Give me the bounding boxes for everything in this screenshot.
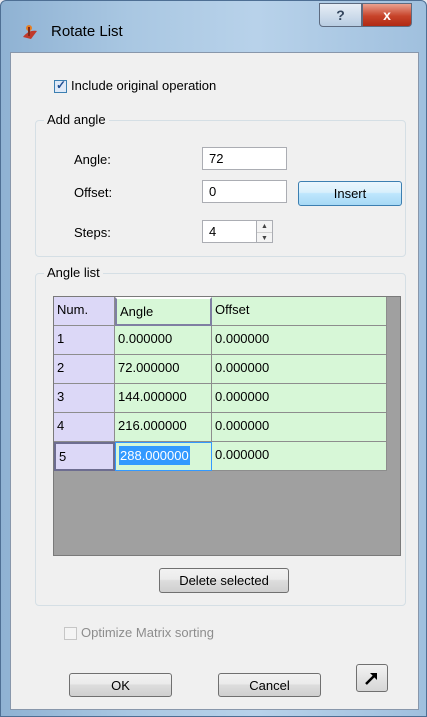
ok-button-label: OK [111, 677, 130, 693]
angle-cell[interactable]: 72.000000 [115, 355, 212, 384]
delete-selected-label: Delete selected [179, 573, 269, 588]
offset-input[interactable] [202, 180, 287, 203]
angle-cell[interactable]: 144.000000 [115, 384, 212, 413]
insert-button[interactable]: Insert [298, 181, 402, 206]
optimize-sorting-label: Optimize Matrix sorting [81, 625, 214, 640]
include-original-checkbox[interactable]: ✓ [54, 78, 67, 93]
cancel-button-label: Cancel [249, 677, 290, 693]
column-header-num[interactable]: Num. [54, 297, 115, 326]
help-icon: ? [336, 7, 345, 23]
offset-cell[interactable]: 0.000000 [212, 442, 387, 471]
optimize-sorting-checkbox [64, 627, 77, 640]
angle-label: Angle: [74, 152, 111, 167]
row-number[interactable]: 5 [54, 442, 115, 471]
app-icon [23, 25, 37, 39]
add-angle-group-title: Add angle [44, 112, 109, 127]
check-icon: ✓ [56, 78, 67, 92]
row-number[interactable]: 4 [54, 413, 115, 442]
help-button[interactable]: ? [319, 3, 362, 27]
column-header-offset[interactable]: Offset [212, 297, 387, 326]
offset-label: Offset: [74, 185, 113, 200]
ok-button[interactable]: OK [69, 673, 172, 697]
spin-up-icon[interactable]: ▲ [257, 221, 272, 232]
include-original-label[interactable]: Include original operation [71, 78, 216, 93]
steps-spinner[interactable]: ▲ ▼ [257, 220, 273, 243]
selected-angle-text: 288.000000 [119, 446, 190, 465]
table-row[interactable]: 1 0.000000 0.000000 [54, 326, 387, 355]
steps-label: Steps: [74, 225, 111, 240]
expand-button[interactable] [356, 664, 388, 692]
cancel-button[interactable]: Cancel [218, 673, 321, 697]
offset-cell[interactable]: 0.000000 [212, 326, 387, 355]
angle-input[interactable] [202, 147, 287, 170]
close-icon: x [383, 7, 391, 23]
offset-cell[interactable]: 0.000000 [212, 413, 387, 442]
spin-down-icon[interactable]: ▼ [257, 232, 272, 244]
offset-cell[interactable]: 0.000000 [212, 384, 387, 413]
dialog-client-area: ✓ Include original operation Add angle A… [10, 52, 419, 710]
table-header-row: Num. Angle Offset [54, 297, 387, 326]
table-empty-area [54, 474, 400, 555]
row-number[interactable]: 1 [54, 326, 115, 355]
window-title: Rotate List [51, 23, 123, 40]
angle-list-group-title: Angle list [44, 265, 103, 280]
angle-table[interactable]: Num. Angle Offset 1 0.000000 0.000000 2 … [53, 296, 401, 556]
steps-input[interactable] [202, 220, 257, 243]
delete-selected-button[interactable]: Delete selected [159, 568, 289, 593]
column-header-angle[interactable]: Angle [115, 297, 212, 326]
row-number[interactable]: 3 [54, 384, 115, 413]
row-number[interactable]: 2 [54, 355, 115, 384]
table-row-current[interactable]: 5 288.000000 0.000000 [54, 442, 387, 471]
close-button[interactable]: x [362, 3, 412, 27]
offset-cell[interactable]: 0.000000 [212, 355, 387, 384]
angle-cell[interactable]: 0.000000 [115, 326, 212, 355]
insert-button-label: Insert [333, 186, 367, 201]
angle-cell[interactable]: 216.000000 [115, 413, 212, 442]
dialog-window: Rotate List ? x ✓ Include original opera… [0, 0, 427, 717]
table-row[interactable]: 4 216.000000 0.000000 [54, 413, 387, 442]
table-row[interactable]: 2 72.000000 0.000000 [54, 355, 387, 384]
title-bar[interactable]: Rotate List ? x [1, 1, 426, 53]
table-row[interactable]: 3 144.000000 0.000000 [54, 384, 387, 413]
expand-arrow-icon [365, 673, 377, 685]
angle-cell-selected[interactable]: 288.000000 [115, 442, 212, 471]
